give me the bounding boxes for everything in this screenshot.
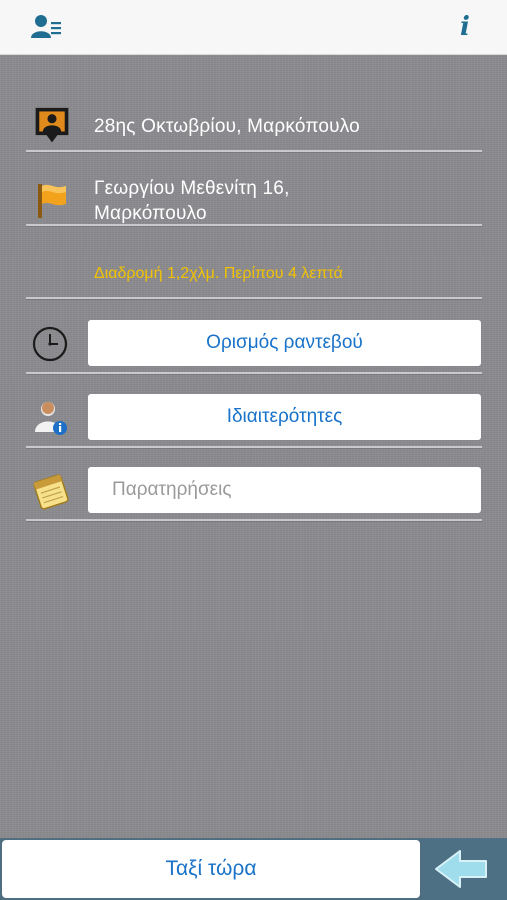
flag-icon xyxy=(38,184,66,218)
top-bar: i xyxy=(0,0,507,55)
taxi-now-button[interactable]: Ταξί τώρα xyxy=(2,840,420,898)
divider xyxy=(26,446,482,449)
destination-row[interactable]: Γεωργίου Μεθενίτη 16, Μαρκόπουλο xyxy=(26,172,482,224)
info-icon: i xyxy=(460,12,470,42)
destination-line-1: Γεωργίου Μεθενίτη 16, xyxy=(94,178,290,199)
destination-address: Γεωργίου Μεθενίτη 16, Μαρκόπουλο xyxy=(94,176,290,226)
back-button[interactable] xyxy=(422,838,507,900)
user-info-icon xyxy=(35,402,67,435)
pickup-row[interactable]: 28ης Οκτωβρίου, Μαρκόπουλο xyxy=(26,104,482,148)
info-button[interactable]: i xyxy=(453,10,477,44)
person-pin-icon xyxy=(35,107,69,143)
user-list-icon xyxy=(31,15,61,38)
back-arrow-icon xyxy=(435,850,487,888)
destination-line-2: Μαρκόπουλο xyxy=(94,203,207,224)
divider xyxy=(26,519,482,522)
set-appointment-button[interactable]: Ορισμός ραντεβού xyxy=(88,320,481,366)
features-button[interactable]: Ιδιαιτερότητες xyxy=(88,394,481,440)
bottom-bar: Ταξί τώρα xyxy=(0,838,507,900)
divider xyxy=(26,372,482,375)
pickup-address: 28ης Οκτωβρίου, Μαρκόπουλο xyxy=(94,116,360,137)
clock-icon xyxy=(32,326,68,362)
notes-input[interactable] xyxy=(88,467,481,513)
divider xyxy=(26,297,482,300)
divider xyxy=(26,224,482,227)
notepad-icon xyxy=(33,474,69,510)
route-info: Διαδρομή 1,2χλμ. Περίπου 4 λεπτά xyxy=(94,265,343,282)
divider xyxy=(26,150,482,153)
user-list-button[interactable] xyxy=(30,12,64,42)
